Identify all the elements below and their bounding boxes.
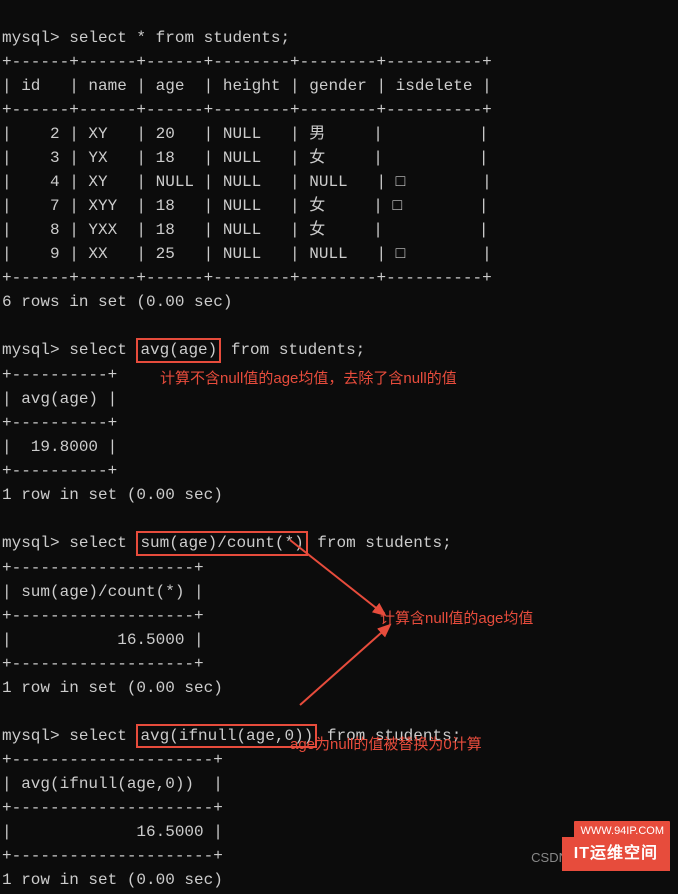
table-header: | id | name | age | height | gender | is… [2, 77, 492, 95]
sql-pre: select [69, 727, 136, 745]
prompt: mysql> [2, 341, 69, 359]
table-sep: +------+------+------+--------+--------+… [2, 101, 492, 119]
table-sep: +---------------------+ [2, 799, 223, 817]
table-row: | 16.5000 | [2, 631, 204, 649]
table-row: | 8 | YXX | 18 | NULL | 女 | | [2, 221, 488, 239]
table-sep: +-------------------+ [2, 607, 204, 625]
terminal-output: mysql> select * from students; +------+-… [0, 0, 678, 894]
table-sep: +------+------+------+--------+--------+… [2, 269, 492, 287]
table-row: | 19.8000 | [2, 438, 117, 456]
highlight-sum-count: sum(age)/count(*) [136, 531, 307, 556]
table-sep: +---------------------+ [2, 751, 223, 769]
table-header: | sum(age)/count(*) | [2, 583, 204, 601]
table-sep: +----------+ [2, 414, 117, 432]
rows-in-set: 6 rows in set (0.00 sec) [2, 293, 232, 311]
table-row: | 9 | XX | 25 | NULL | NULL | □ | [2, 245, 492, 263]
table-header: | avg(age) | [2, 390, 117, 408]
prompt: mysql> [2, 727, 69, 745]
sql-post: from students; [308, 534, 452, 552]
highlight-avg-age: avg(age) [136, 338, 221, 363]
annotation-2: 计算含null值的age均值 [380, 608, 533, 631]
table-sep: +-------------------+ [2, 559, 204, 577]
table-sep: +---------------------+ [2, 847, 223, 865]
table-sep: +------+------+------+--------+--------+… [2, 53, 492, 71]
sql-pre: select [69, 341, 136, 359]
rows-in-set: 1 row in set (0.00 sec) [2, 871, 223, 889]
prompt: mysql> [2, 29, 69, 47]
sql-post: from students; [221, 341, 365, 359]
table-row: | 16.5000 | [2, 823, 223, 841]
table-row: | 2 | XY | 20 | NULL | 男 | | [2, 125, 488, 143]
rows-in-set: 1 row in set (0.00 sec) [2, 679, 223, 697]
sql-pre: select [69, 534, 136, 552]
annotation-1: 计算不含null值的age均值，去除了含null的值 [160, 368, 457, 391]
table-sep: +-------------------+ [2, 655, 204, 673]
brand-watermark: IT运维空间 [562, 837, 670, 871]
table-sep: +----------+ [2, 366, 117, 384]
table-sep: +----------+ [2, 462, 117, 480]
table-row: | 3 | YX | 18 | NULL | 女 | | [2, 149, 488, 167]
annotation-3: age为null的值被替换为0计算 [290, 734, 482, 757]
table-header: | avg(ifnull(age,0)) | [2, 775, 223, 793]
prompt: mysql> [2, 534, 69, 552]
table-row: | 7 | XYY | 18 | NULL | 女 | □ | [2, 197, 488, 215]
sql-query-1: select * from students; [69, 29, 290, 47]
table-row: | 4 | XY | NULL | NULL | NULL | □ | [2, 173, 492, 191]
rows-in-set: 1 row in set (0.00 sec) [2, 486, 223, 504]
